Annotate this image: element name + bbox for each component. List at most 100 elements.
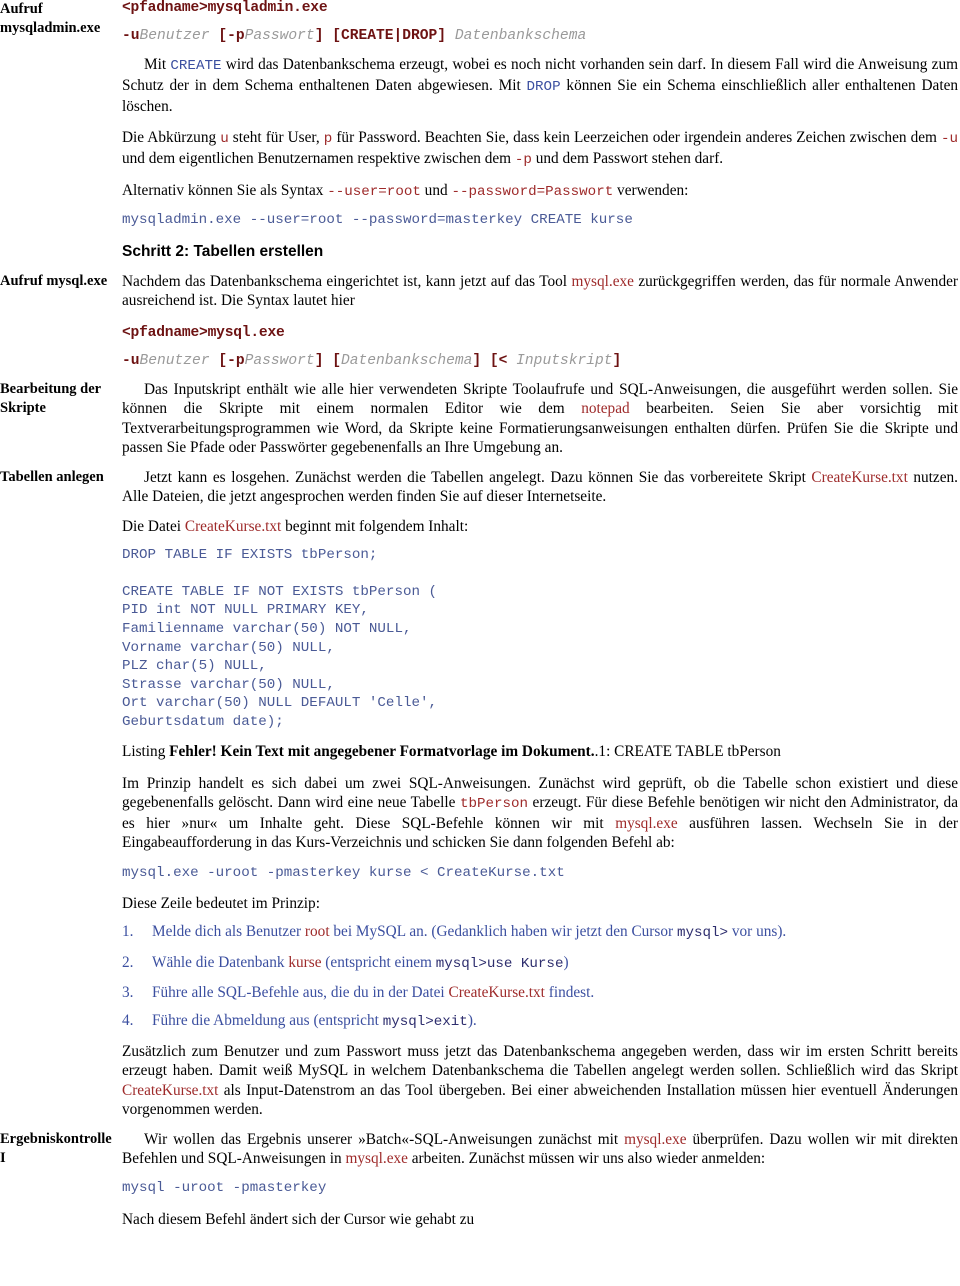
section-ergebniskontrolle: Ergebniskontrolle I Wir wollen das Ergeb… (0, 1130, 960, 1240)
ordered-steps-list: Melde dich als Benutzer root bei MySQL a… (122, 922, 958, 1032)
sql-code-block: DROP TABLE IF EXISTS tbPerson; CREATE TA… (122, 546, 438, 730)
text-run: Führe alle SQL-Befehle aus, die du in de… (152, 983, 449, 1001)
file-createkurse: CreateKurse.txt (811, 469, 908, 487)
text-run: Zusätzlich zum Benutzer und zum Passwort… (122, 1043, 958, 1080)
text-run: findest. (544, 983, 595, 1001)
syntax-close-schema: ] (472, 353, 482, 370)
file-createkurse: CreateKurse.txt (184, 518, 282, 536)
file-createkurse: CreateKurse.txt (122, 1081, 219, 1099)
syntax-flag-u: -u (122, 28, 140, 44)
text-run: Jetzt kann es losgehen. Zunächst werden … (144, 469, 812, 487)
paragraph-nachdiesem: Nach diesem Befehl ändert sich der Curso… (122, 1211, 475, 1229)
text-run: verwenden: (613, 182, 689, 200)
paragraph-alternativ: Alternativ können Sie als Syntax --user=… (122, 181, 958, 202)
paragraph-zusaetzlich: Zusätzlich zum Benutzer und zum Passwort… (122, 1042, 958, 1119)
code-flag-p: -p (514, 151, 532, 168)
text-run: Mit (144, 56, 171, 73)
code-mysql-exe: mysql.exe (571, 272, 634, 290)
code-mysql-prompt: mysql> (676, 925, 729, 942)
syntax-arg-user: Benutzer (139, 353, 210, 370)
syntax-arg-pass: Passwort (244, 353, 315, 370)
text-run: bei MySQL an. (Gedanklich haben wir jetz… (329, 923, 677, 941)
list-item: Führe alle SQL-Befehle aus, die du in de… (122, 983, 958, 1002)
section-tabellen-anlegen: Tabellen anlegen Jetzt kann es losgehen.… (0, 468, 960, 1130)
code-u: u (220, 130, 229, 147)
section-mysql: Aufruf mysql.exe Nachdem das Datenbanksc… (0, 272, 960, 380)
margin-note-aufruf-mysqladmin: Aufruf mysqladmin.exe (0, 0, 122, 37)
keyword-create: CREATE (170, 58, 222, 74)
syntax-open-p: [-p (218, 28, 245, 44)
paragraph-imprinzip: Im Prinzip handelt es sich dabei um zwei… (122, 774, 958, 853)
syntax-path-mysqladmin: <pfadname>mysqladmin.exe (122, 0, 328, 16)
paragraph-wirwollen: Wir wollen das Ergebnis unserer »Batch«-… (122, 1130, 958, 1168)
text-run: und dem Passwort stehen darf. (531, 149, 724, 167)
syntax-arg-schema: Datenbankschema (340, 353, 473, 370)
code-mysql-exe: mysql.exe (615, 815, 678, 833)
paragraph-inputskript: Das Inputskript enthält wie alle hier ve… (122, 380, 958, 457)
syntax-open-p: [-p (218, 353, 245, 370)
code-mysql-exit: mysql>exit (382, 1014, 468, 1030)
margin-note-line: Skripte (0, 399, 46, 416)
code-notepad: notepad (581, 400, 630, 418)
list-item: Melde dich als Benutzer root bei MySQL a… (122, 922, 958, 943)
listing-caption: Listing Fehler! Kein Text mit angegebene… (122, 742, 958, 761)
margin-note-bearbeitung: Bearbeitung der Skripte (0, 380, 122, 417)
syntax-arg-schema: Datenbankschema (454, 28, 587, 44)
code-tbperson: tbPerson (459, 795, 529, 812)
syntax-create-drop: [CREATE|DROP] (332, 28, 447, 44)
margin-note-line: mysqladmin.exe (0, 19, 101, 36)
paragraph-jetzt: Jetzt kann es losgehen. Zunächst werden … (122, 468, 958, 506)
syntax-close-input: ] (612, 353, 622, 370)
section-mysqladmin: Aufruf mysqladmin.exe <pfadname>mysqladm… (0, 0, 960, 272)
paragraph-create-drop: Mit CREATE wird das Datenbankschema erze… (122, 55, 958, 117)
text-run: Die Abkürzung (122, 128, 221, 146)
syntax-line-mysqladmin: -uBenutzer [-pPasswort] [CREATE|DROP] Da… (122, 28, 958, 44)
document-page: Aufruf mysqladmin.exe <pfadname>mysqladm… (0, 0, 960, 1286)
margin-note-line: Tabellen anlegen (0, 469, 104, 486)
section-body: <pfadname>mysqladmin.exe -uBenutzer [-pP… (122, 0, 960, 272)
section-body: Wir wollen das Ergebnis unserer »Batch«-… (122, 1130, 960, 1240)
section-body: Das Inputskript enthält wie alle hier ve… (122, 380, 960, 468)
text-run: als Input-Datenstrom an das Tool übergeb… (122, 1081, 958, 1118)
text-run: Führe die Abmeldung aus (entspricht (152, 1012, 383, 1029)
code-flag-u: -u (940, 130, 958, 147)
paragraph-diese-zeile: Diese Zeile bedeutet im Prinzip: (122, 895, 320, 913)
code-user-root: --user=root (327, 184, 421, 201)
db-kurse: kurse (288, 953, 322, 971)
section-body: Jetzt kann es losgehen. Zunächst werden … (122, 468, 960, 1130)
list-item: Wähle die Datenbank kurse (entspricht ei… (122, 953, 958, 974)
heading-schritt-2: Schritt 2: Tabellen erstellen (122, 242, 324, 260)
section-skripte: Bearbeitung der Skripte Das Inputskript … (0, 380, 960, 468)
list-item: Führe die Abmeldung aus (entspricht mysq… (122, 1011, 958, 1032)
paragraph-datei: Die Datei CreateKurse.txt beginnt mit fo… (122, 517, 958, 536)
margin-note-line: Aufruf mysql.exe (0, 272, 108, 289)
code-password-passwort: --password=Passwort (451, 184, 614, 201)
text-run: Die Datei (122, 518, 185, 536)
text-run: Nachdem das Datenbankschema eingerichtet… (122, 272, 572, 290)
margin-note-line: Bearbeitung der (0, 381, 102, 398)
text-run: Listing (122, 742, 170, 760)
file-createkurse: CreateKurse.txt (448, 983, 545, 1001)
syntax-close-p: ] (314, 28, 324, 44)
keyword-drop: DROP (526, 79, 561, 96)
margin-note-ergebniskontrolle: Ergebniskontrolle I (0, 1130, 122, 1167)
margin-note-tabellen-anlegen: Tabellen anlegen (0, 468, 122, 487)
paragraph-abkuerzung: Die Abkürzung u steht für User, p für Pa… (122, 128, 958, 170)
text-run: für Password. Beachten Sie, dass kein Le… (332, 128, 941, 146)
syntax-close-p: ] (314, 353, 324, 370)
syntax-open-schema: [ (332, 353, 341, 370)
command-mysqladmin-create: mysqladmin.exe --user=root --password=ma… (122, 212, 633, 229)
text-run: ) (563, 953, 569, 971)
text-run: ). (467, 1012, 477, 1029)
text-run: Wähle die Datenbank (152, 953, 289, 971)
paragraph-nachdem: Nachdem das Datenbankschema eingerichtet… (122, 272, 958, 310)
margin-note-line: Aufruf (0, 1, 43, 17)
syntax-path-mysql: <pfadname>mysql.exe (122, 325, 285, 342)
syntax-line-mysql: -uBenutzer [-pPasswort] [Datenbankschema… (122, 353, 958, 369)
text-run: und (420, 182, 452, 200)
section-body: Nachdem das Datenbankschema eingerichtet… (122, 272, 960, 380)
text-run: Wir wollen das Ergebnis unserer »Batch«-… (144, 1131, 625, 1149)
listing-error-text: Fehler! Kein Text mit angegebener Format… (169, 742, 595, 760)
syntax-arg-input: Inputskript (516, 353, 613, 370)
code-p: p (323, 130, 333, 147)
